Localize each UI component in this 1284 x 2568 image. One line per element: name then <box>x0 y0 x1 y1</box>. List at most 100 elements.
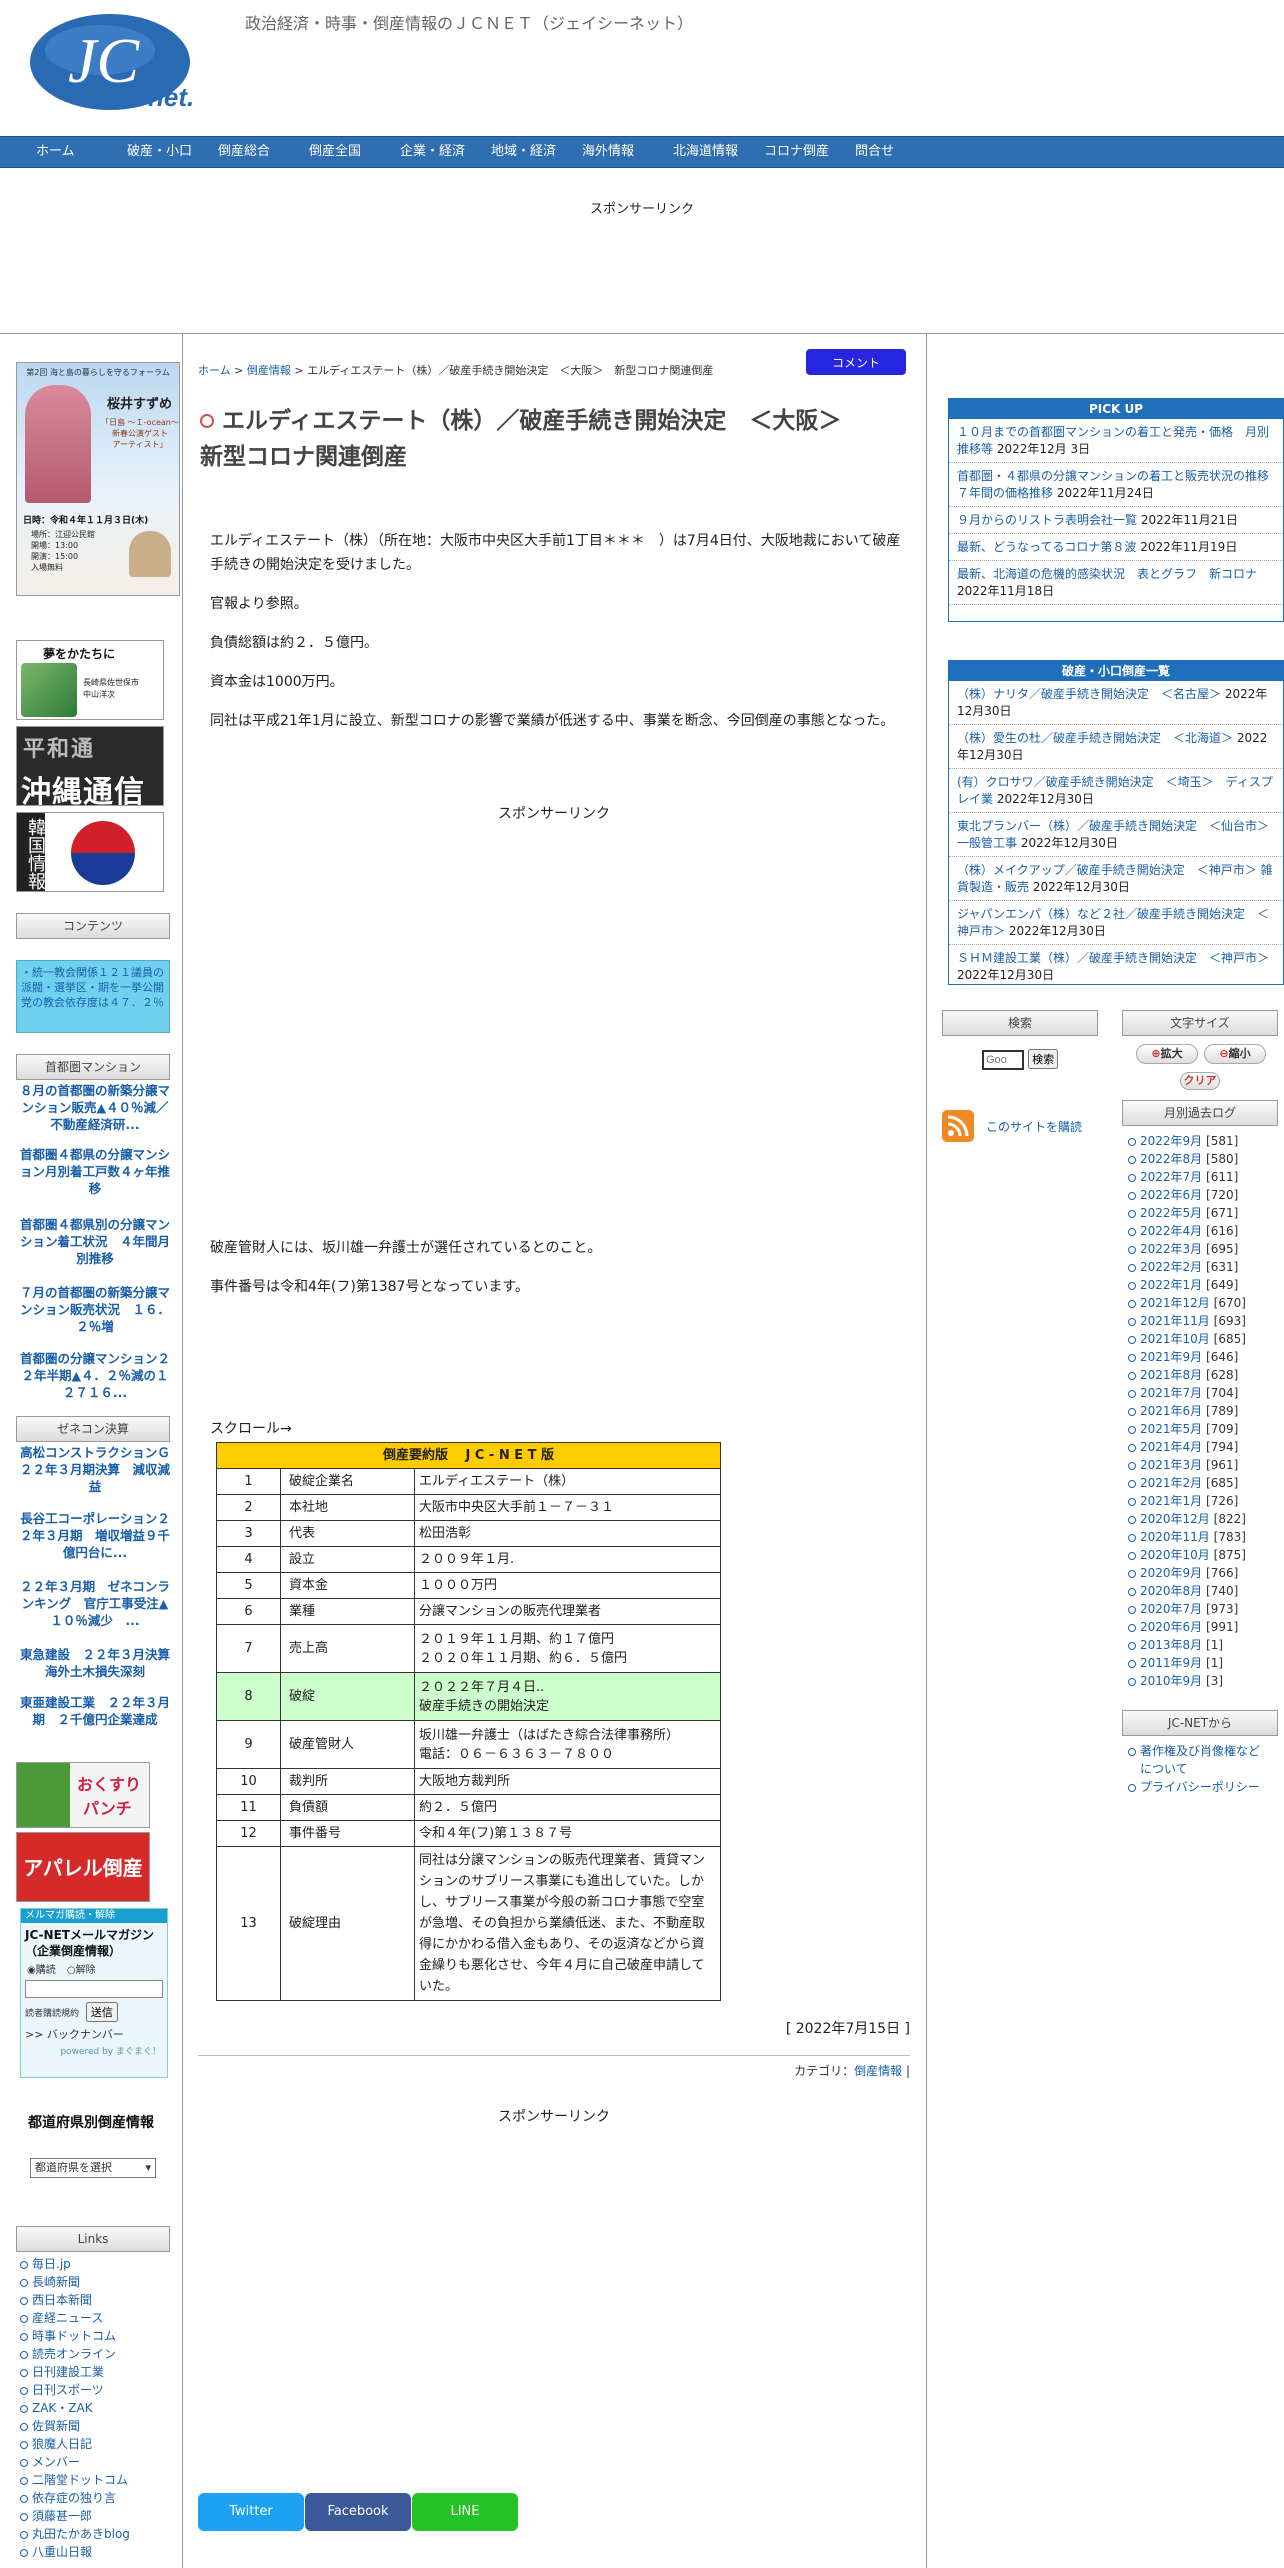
list-item[interactable]: 首都圏・４都県の分譲マンションの着工と販売状況の推移 ７年間の価格推移 2022… <box>949 463 1283 507</box>
archive-month[interactable]: 2022年7月 <box>1140 1170 1202 1184</box>
archive-month[interactable]: 2022年3月 <box>1140 1242 1202 1256</box>
archive-month[interactable]: 2022年6月 <box>1140 1188 1202 1202</box>
mansion-link-1[interactable]: ８月の首都圏の新築分譲マンション販売▲４０％減／不動産経済研... <box>20 1082 170 1133</box>
zenecon-link-2[interactable]: 長谷工コーポレーション２２年３月期 増収増益９千億円台に... <box>20 1510 170 1561</box>
privacy-link[interactable]: プライバシーポリシー <box>1140 1780 1260 1794</box>
list-item[interactable]: 日刊建設工業 <box>20 2363 130 2381</box>
archive-month[interactable]: 2020年6月 <box>1140 1620 1202 1634</box>
archive-month[interactable]: 2021年5月 <box>1140 1422 1202 1436</box>
list-item[interactable]: 佐賀新聞 <box>20 2417 130 2435</box>
archive-month[interactable]: 2022年4月 <box>1140 1224 1202 1238</box>
list-item[interactable]: 2022年4月 [616] <box>1126 1222 1246 1240</box>
list-item[interactable]: プライバシーポリシー <box>1126 1778 1266 1796</box>
archive-month[interactable]: 2021年7月 <box>1140 1386 1202 1400</box>
archive-month[interactable]: 2021年12月 <box>1140 1296 1210 1310</box>
list-item[interactable]: 2021年1月 [726] <box>1126 1492 1246 1510</box>
list-item[interactable]: 八重山日報 <box>20 2543 130 2561</box>
list-item[interactable]: 東北プランバー（株）／破産手続き開始決定 ＜仙台市＞ 一般管工事 2022年12… <box>949 813 1283 857</box>
mansion-link-2[interactable]: 首都圏４都県の分譲マンション月別着工戸数４ヶ年推移 <box>20 1146 170 1197</box>
list-item[interactable]: メンバー <box>20 2453 130 2471</box>
list-item[interactable]: 日刊スポーツ <box>20 2381 130 2399</box>
pref-select[interactable]: 都道府県を選択 ▾ <box>30 2158 156 2178</box>
mansion-link-4[interactable]: ７月の首都圏の新築分譲マンション販売状況 １６．２％増 <box>20 1284 170 1335</box>
nav-hasan[interactable]: 破産・小口 <box>127 137 192 167</box>
list-item[interactable]: ＳＨＭ建設工業（株）／破産手続き開始決定 ＜神戸市＞ 2022年12月30日 <box>949 945 1283 984</box>
font-smaller-button[interactable]: ⊖縮小 <box>1204 1044 1266 1064</box>
link-text[interactable]: 狼魔人日記 <box>32 2437 92 2451</box>
archive-month[interactable]: 2021年11月 <box>1140 1314 1210 1328</box>
nav-corona[interactable]: コロナ倒産 <box>764 137 829 167</box>
list-item[interactable]: 長崎新聞 <box>20 2273 130 2291</box>
archive-month[interactable]: 2021年9月 <box>1140 1350 1202 1364</box>
link-text[interactable]: 時事ドットコム <box>32 2329 116 2343</box>
forum-banner[interactable]: 第2回 海と島の暮らしを守るフォーラム 桜井すずめ 「日島 〜Ｉ-ocean〜 … <box>16 362 180 596</box>
archive-month[interactable]: 2021年3月 <box>1140 1458 1202 1472</box>
list-item[interactable]: 2022年3月 [695] <box>1126 1240 1246 1258</box>
list-item[interactable]: 2011年9月 [1] <box>1126 1654 1246 1672</box>
apparel-banner[interactable]: アパレル倒産 <box>16 1832 150 1902</box>
list-item[interactable]: 丸田たかあきblog <box>20 2525 130 2543</box>
list-item[interactable]: 西日本新聞 <box>20 2291 130 2309</box>
list-item[interactable]: 著作権及び肖像権などについて <box>1126 1742 1266 1778</box>
mansion-link-3[interactable]: 首都圏４都県別の分譲マンション着工状況 ４年間月別推移 <box>20 1216 170 1267</box>
list-item[interactable]: 2020年12月 [822] <box>1126 1510 1246 1528</box>
nav-contact[interactable]: 問合せ <box>855 137 894 167</box>
list-item[interactable]: ９月からのリストラ表明会社一覧 2022年11月21日 <box>949 507 1283 534</box>
search-button[interactable]: 検索 <box>1028 1049 1059 1069</box>
list-item[interactable]: 2021年10月 [685] <box>1126 1330 1246 1348</box>
site-logo[interactable]: JC net. <box>30 10 220 115</box>
list-item[interactable]: 毎日.jp <box>20 2255 130 2273</box>
list-item[interactable]: 依存症の独り言 <box>20 2489 130 2507</box>
nav-home[interactable]: ホーム <box>36 137 75 167</box>
archive-month[interactable]: 2021年4月 <box>1140 1440 1202 1454</box>
list-item[interactable]: 読売オンライン <box>20 2345 130 2363</box>
link-text[interactable]: 日刊スポーツ <box>32 2383 104 2397</box>
list-item[interactable]: 産経ニュース <box>20 2309 130 2327</box>
pickup-title[interactable]: 最新、どうなってるコロナ第８波 <box>957 540 1136 554</box>
hasan-title[interactable]: （株）ナリタ／破産手続き開始決定 ＜名古屋＞ <box>957 687 1221 701</box>
list-item[interactable]: 2021年5月 [709] <box>1126 1420 1246 1438</box>
link-text[interactable]: 佐賀新聞 <box>32 2419 80 2433</box>
archive-month[interactable]: 2020年10月 <box>1140 1548 1210 1562</box>
link-text[interactable]: 西日本新聞 <box>32 2293 92 2307</box>
subscribe-radio[interactable]: ◉購読 <box>27 1965 56 1976</box>
list-item[interactable]: 2022年7月 [611] <box>1126 1168 1246 1186</box>
archive-month[interactable]: 2022年5月 <box>1140 1206 1202 1220</box>
archive-month[interactable]: 2021年8月 <box>1140 1368 1202 1382</box>
nav-tosan-zenkoku[interactable]: 倒産全国 <box>309 137 361 167</box>
list-item[interactable]: 二階堂ドットコム <box>20 2471 130 2489</box>
nav-kigyo[interactable]: 企業・経済 <box>400 137 465 167</box>
list-item[interactable]: 2013年8月 [1] <box>1126 1636 1246 1654</box>
pickup-title[interactable]: 最新、北海道の危機的感染状況 表とグラフ 新コロナ <box>957 567 1257 581</box>
zenecon-link-1[interactable]: 高松コンストラクションＧ２２年３月期決算 減収減益 <box>20 1444 170 1495</box>
font-bigger-button[interactable]: ⊕拡大 <box>1136 1044 1198 1064</box>
list-item[interactable]: 2020年9月 [766] <box>1126 1564 1246 1582</box>
list-item[interactable]: 2021年9月 [646] <box>1126 1348 1246 1366</box>
list-item[interactable]: 最新、北海道の危機的感染状況 表とグラフ 新コロナ 2022年11月18日 <box>949 561 1283 605</box>
link-text[interactable]: 須藤甚一郎 <box>32 2509 92 2523</box>
breadcrumb-home[interactable]: ホーム <box>198 364 231 377</box>
link-text[interactable]: 丸田たかあきblog <box>32 2527 130 2541</box>
list-item[interactable]: 2021年4月 [794] <box>1126 1438 1246 1456</box>
zenecon-link-5[interactable]: 東亜建設工業 ２２年３月期 ２千億円企業達成 <box>20 1694 170 1728</box>
archive-month[interactable]: 2020年7月 <box>1140 1602 1202 1616</box>
list-item[interactable]: 2021年3月 [961] <box>1126 1456 1246 1474</box>
list-item[interactable]: 2021年7月 [704] <box>1126 1384 1246 1402</box>
archive-month[interactable]: 2013年8月 <box>1140 1638 1202 1652</box>
line-share-button[interactable]: LINE <box>412 2493 518 2531</box>
list-item[interactable]: 2020年10月 [875] <box>1126 1546 1246 1564</box>
rss-icon[interactable] <box>942 1110 974 1142</box>
facebook-share-button[interactable]: Facebook <box>305 2493 411 2531</box>
archive-month[interactable]: 2011年9月 <box>1140 1656 1202 1670</box>
list-item[interactable]: 2010年9月 [3] <box>1126 1672 1246 1690</box>
archive-month[interactable]: 2021年10月 <box>1140 1332 1210 1346</box>
archive-month[interactable]: 2010年9月 <box>1140 1674 1202 1688</box>
link-text[interactable]: 日刊建設工業 <box>32 2365 104 2379</box>
list-item[interactable]: 2021年2月 [685] <box>1126 1474 1246 1492</box>
archive-month[interactable]: 2020年11月 <box>1140 1530 1210 1544</box>
mailmag-terms-link[interactable]: 読者購読規約 <box>25 2009 79 2019</box>
list-item[interactable]: 2020年8月 [740] <box>1126 1582 1246 1600</box>
mailmag-submit-button[interactable]: 送信 <box>85 2002 118 2022</box>
copyright-link[interactable]: 著作権及び肖像権などについて <box>1140 1744 1260 1776</box>
list-item[interactable]: 須藤甚一郎 <box>20 2507 130 2525</box>
